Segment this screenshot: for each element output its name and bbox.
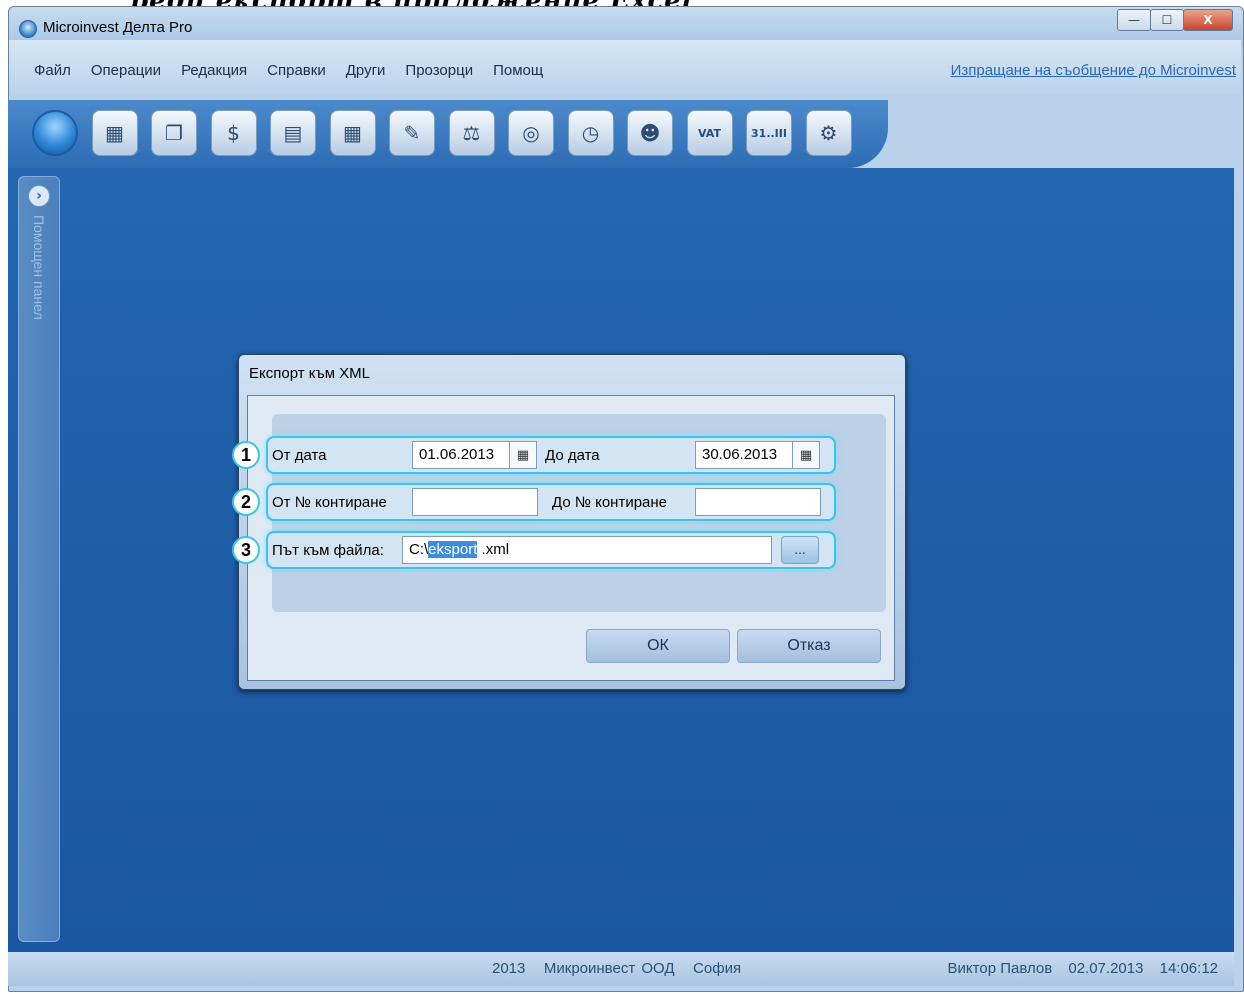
- menu-edit[interactable]: Редакция: [181, 62, 247, 79]
- vat-icon[interactable]: VAT: [686, 110, 733, 156]
- money-icon[interactable]: $: [210, 110, 257, 156]
- file-path-suffix: .xml: [477, 541, 510, 558]
- menu-bar: Файл Операции Редакция Справки Други Про…: [34, 62, 563, 79]
- clock-icon[interactable]: ◷: [567, 110, 614, 156]
- user-icon[interactable]: ☻: [627, 110, 673, 156]
- settings-gear-icon[interactable]: ⚙: [805, 110, 852, 156]
- from-date-label: От дата: [272, 447, 327, 464]
- to-posting-label: До № контиране: [552, 494, 668, 511]
- dialog-title: Експорт към XML: [249, 365, 371, 382]
- file-path-label: Път към файла:: [272, 542, 384, 559]
- cancel-button[interactable]: Отказ: [737, 629, 881, 663]
- menu-file[interactable]: Файл: [34, 62, 71, 79]
- from-posting-label: От № контиране: [272, 494, 387, 511]
- status-user: Виктор Павлов: [947, 960, 1053, 977]
- send-message-link[interactable]: Изпращане на съобщение до Microinvest: [951, 62, 1236, 79]
- to-posting-input[interactable]: [695, 488, 821, 516]
- power-icon[interactable]: [32, 110, 78, 156]
- file-path-input[interactable]: C:\eksport .xml: [402, 536, 772, 564]
- calculator-grid-icon[interactable]: ▦: [329, 110, 376, 156]
- row-badge-1: 1: [232, 441, 260, 469]
- balance-icon[interactable]: ⚖: [448, 110, 495, 156]
- copy-icon[interactable]: ❐: [151, 110, 197, 156]
- menu-operations[interactable]: Операции: [91, 62, 161, 79]
- window-title: Microinvest Делта Pro: [43, 19, 193, 36]
- close-button[interactable]: X: [1183, 9, 1233, 31]
- expand-chevron-icon[interactable]: ›: [28, 185, 50, 207]
- menu-reports[interactable]: Справки: [267, 62, 326, 79]
- calendar-icon[interactable]: 31..III: [746, 110, 792, 156]
- status-date: 02.07.2013: [1068, 960, 1144, 977]
- minimize-button[interactable]: —: [1117, 9, 1151, 31]
- export-xml-dialog: Експорт към XML ОК Отказ: [238, 354, 906, 690]
- menu-windows[interactable]: Прозорци: [405, 62, 473, 79]
- from-date-input[interactable]: 01.06.2013: [412, 441, 510, 469]
- row-badge-2: 2: [232, 488, 260, 516]
- status-bar: 2013 Микроинвест ООД София Виктор Павлов…: [8, 952, 1234, 986]
- status-company: Микроинвест ООД: [543, 960, 675, 977]
- to-date-input[interactable]: 30.06.2013: [695, 441, 793, 469]
- ok-button[interactable]: ОК: [586, 629, 730, 663]
- side-panel-label: Помощен панел: [31, 215, 47, 320]
- edit-icon[interactable]: ✎: [389, 110, 435, 156]
- from-date-calendar-icon[interactable]: ▦: [509, 441, 537, 469]
- status-time: 14:06:12: [1159, 960, 1218, 977]
- status-city: София: [693, 960, 742, 977]
- menu-help[interactable]: Помощ: [493, 62, 543, 79]
- app-logo-icon: [19, 20, 37, 38]
- maximize-button[interactable]: ☐: [1150, 9, 1184, 31]
- window-controls: — ☐ X: [1117, 9, 1233, 31]
- report-icon[interactable]: ▤: [270, 110, 316, 156]
- browse-button[interactable]: ...: [781, 536, 819, 564]
- menu-other[interactable]: Други: [346, 62, 386, 79]
- from-posting-input[interactable]: [412, 488, 538, 516]
- status-company-info: 2013 Микроинвест ООД София: [492, 960, 741, 977]
- file-path-prefix: C:\: [409, 541, 429, 558]
- help-side-panel[interactable]: › Помощен панел: [18, 176, 60, 942]
- status-user-info: Виктор Павлов 02.07.2013 14:06:12: [936, 960, 1218, 977]
- toolbar: ▦ ❐ $ ▤ ▦ ✎ ⚖ ◎ ◷ ☻ VAT 31..III ⚙: [32, 110, 865, 156]
- documents-icon[interactable]: ▦: [91, 110, 138, 156]
- to-date-label: До дата: [545, 447, 600, 464]
- globe-clock-icon[interactable]: ◎: [508, 110, 554, 156]
- row-badge-3: 3: [232, 536, 260, 564]
- status-year: 2013: [492, 960, 526, 977]
- to-date-calendar-icon[interactable]: ▦: [792, 441, 820, 469]
- file-path-selection: eksport: [428, 541, 478, 558]
